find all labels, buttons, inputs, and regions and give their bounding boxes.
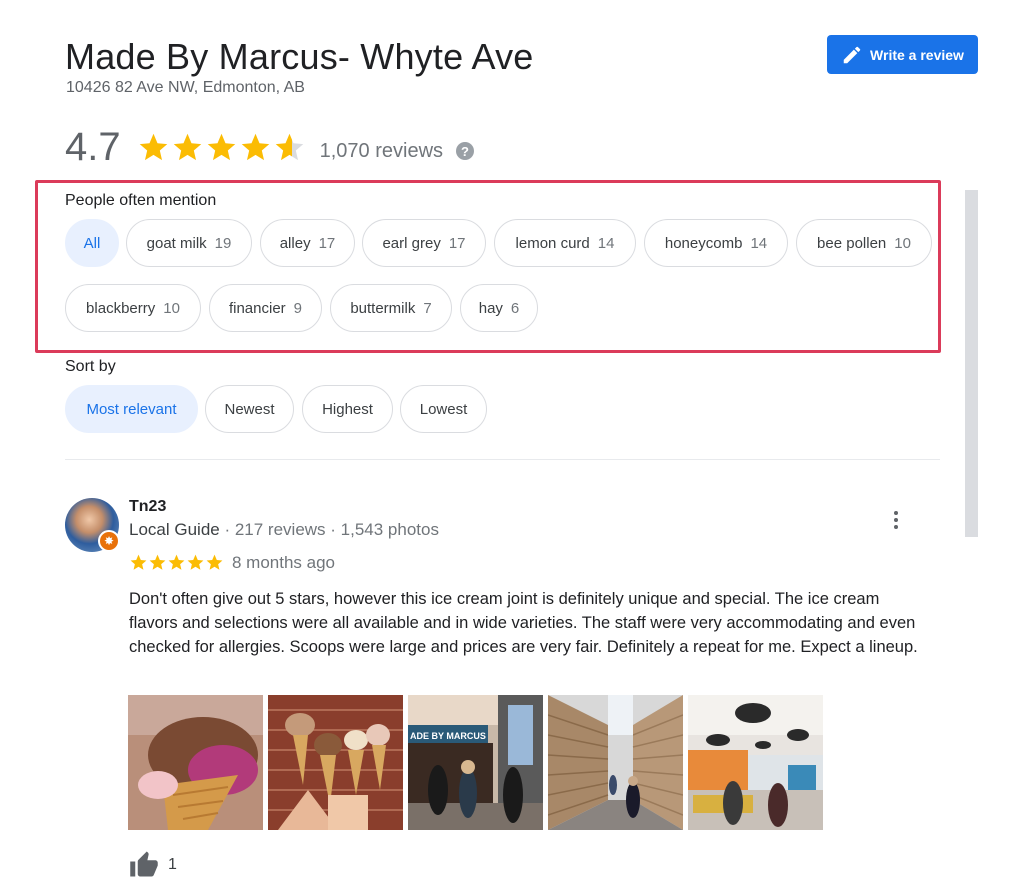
chip-count: 17 bbox=[318, 234, 336, 252]
review-photo-3[interactable]: ADE BY MARCUS bbox=[408, 695, 543, 830]
chip-all[interactable]: All bbox=[65, 219, 119, 267]
review-photo-4[interactable] bbox=[548, 695, 683, 830]
star-icon bbox=[241, 133, 269, 160]
local-guide-badge-icon: ✸ bbox=[98, 530, 120, 552]
chip-count: 14 bbox=[597, 234, 615, 252]
chip-financier[interactable]: financier 9 bbox=[209, 284, 322, 332]
sort-newest[interactable]: Newest bbox=[205, 385, 294, 433]
chip-earl-grey[interactable]: earl grey 17 bbox=[362, 219, 486, 267]
star-icon bbox=[206, 554, 223, 570]
star-icon bbox=[149, 554, 166, 570]
star-icon bbox=[173, 133, 201, 160]
chip-blackberry[interactable]: blackberry 10 bbox=[65, 284, 201, 332]
scrollbar[interactable] bbox=[965, 190, 978, 537]
chip-label: buttermilk bbox=[350, 299, 416, 317]
chip-label: honeycomb bbox=[664, 234, 743, 252]
chip-label: blackberry bbox=[86, 299, 156, 317]
chip-count: 14 bbox=[750, 234, 768, 252]
chip-label: bee pollen bbox=[817, 234, 887, 252]
review-stars bbox=[129, 553, 224, 572]
chip-label: hay bbox=[478, 299, 503, 317]
chip-count: 17 bbox=[448, 234, 466, 252]
sort-option-label: Most relevant bbox=[86, 400, 177, 418]
review-photo-5[interactable] bbox=[688, 695, 823, 830]
chip-bee-pollen[interactable]: bee pollen 10 bbox=[796, 219, 932, 267]
chip-count: 10 bbox=[894, 234, 911, 252]
write-review-button[interactable]: Write a review bbox=[827, 35, 978, 74]
chip-label: earl grey bbox=[382, 234, 441, 252]
chip-hay[interactable]: hay 6 bbox=[460, 284, 538, 332]
thumbs-up-icon[interactable] bbox=[129, 850, 159, 878]
reviewer-name[interactable]: Tn23 bbox=[129, 498, 166, 516]
chip-alley[interactable]: alley 17 bbox=[260, 219, 355, 267]
star-icon bbox=[187, 554, 204, 570]
storefront-sign: ADE BY MARCUS bbox=[410, 731, 486, 741]
chip-buttermilk[interactable]: buttermilk 7 bbox=[330, 284, 452, 332]
star-icon bbox=[207, 133, 235, 160]
sort-lowest[interactable]: Lowest bbox=[400, 385, 487, 433]
chip-label: lemon curd bbox=[515, 234, 590, 252]
chip-honeycomb[interactable]: honeycomb 14 bbox=[644, 219, 788, 267]
star-icon bbox=[130, 554, 147, 570]
review-text: Don't often give out 5 stars, however th… bbox=[129, 590, 918, 656]
chip-count: 9 bbox=[293, 299, 303, 317]
chip-label: financier bbox=[228, 299, 286, 317]
chip-lemon-curd[interactable]: lemon curd 14 bbox=[494, 219, 636, 267]
chip-count: 19 bbox=[214, 234, 232, 252]
local-guide-label: Local Guide bbox=[129, 520, 220, 539]
review-photo-2[interactable] bbox=[268, 695, 403, 830]
sort-most-relevant[interactable]: Most relevant bbox=[65, 385, 198, 433]
chip-count: 6 bbox=[510, 299, 520, 317]
place-title: Made By Marcus- Whyte Ave bbox=[65, 36, 534, 77]
chip-label: alley bbox=[279, 234, 311, 252]
help-icon[interactable]: ? bbox=[456, 142, 475, 160]
review-count-link[interactable]: 1,070 reviews bbox=[320, 140, 443, 163]
chip-count: 7 bbox=[423, 299, 432, 317]
pencil-icon bbox=[843, 46, 861, 63]
mentions-label: People often mention bbox=[65, 192, 217, 209]
place-address: 10426 82 Ave NW, Edmonton, AB bbox=[66, 79, 305, 96]
sort-option-label: Highest bbox=[322, 400, 373, 418]
sort-highest[interactable]: Highest bbox=[302, 385, 393, 433]
divider bbox=[65, 459, 940, 460]
sort-option-label: Lowest bbox=[419, 400, 468, 418]
chip-goat-milk[interactable]: goat milk 19 bbox=[126, 219, 252, 267]
sort-label: Sort by bbox=[65, 358, 116, 375]
more-options-icon[interactable] bbox=[885, 509, 907, 531]
chip-label: All bbox=[83, 234, 101, 252]
like-count: 1 bbox=[168, 856, 177, 873]
review-photo-1[interactable] bbox=[128, 695, 263, 830]
review-time: 8 months ago bbox=[232, 553, 336, 572]
chip-label: goat milk bbox=[146, 234, 207, 252]
chip-count: 10 bbox=[163, 299, 180, 317]
rating-stars bbox=[137, 131, 306, 164]
write-review-label: Write a review bbox=[870, 46, 964, 63]
star-half-icon bbox=[275, 133, 303, 160]
sort-option-label: Newest bbox=[224, 400, 275, 418]
star-icon bbox=[168, 554, 185, 570]
rating-summary: 4.7 1,070 reviews ? bbox=[65, 122, 475, 172]
reviewer-stats: · 217 reviews · 1,543 photos bbox=[219, 520, 439, 539]
reviewer-meta: Local Guide · 217 reviews · 1,543 photos bbox=[129, 520, 439, 540]
rating-value: 4.7 bbox=[65, 124, 121, 169]
star-icon bbox=[139, 133, 167, 160]
